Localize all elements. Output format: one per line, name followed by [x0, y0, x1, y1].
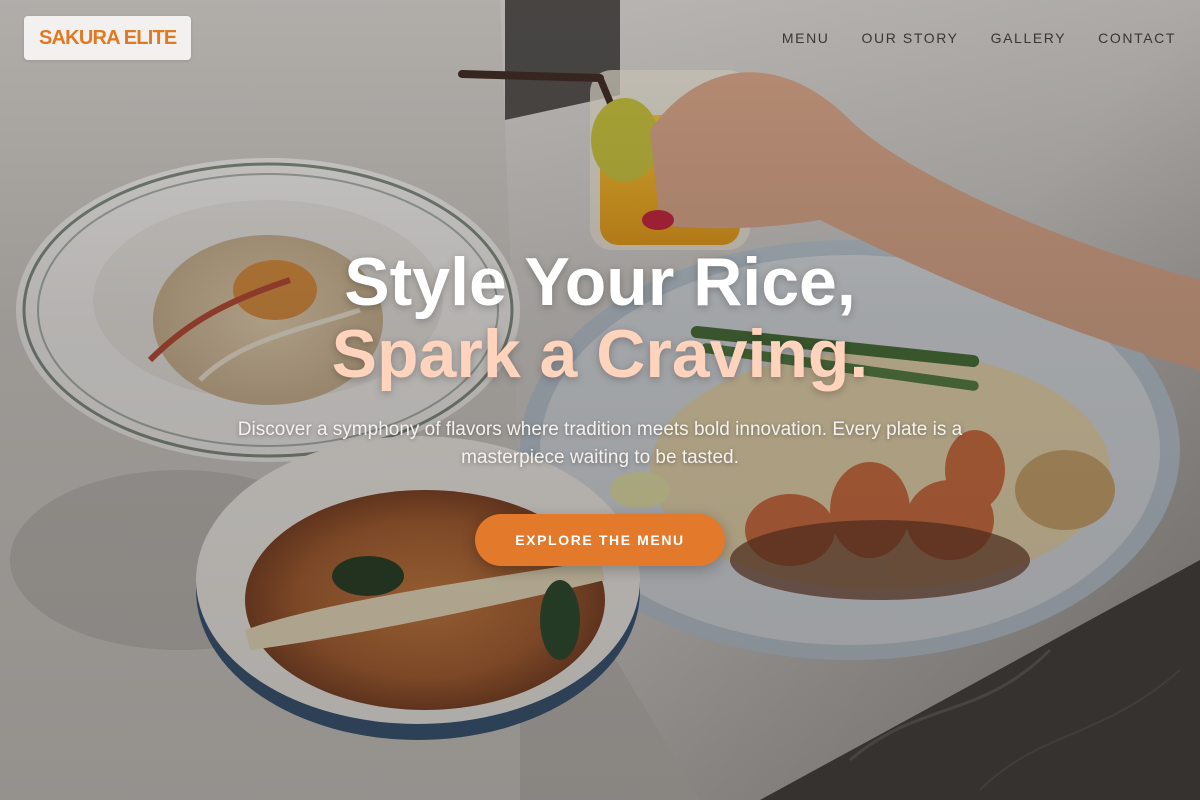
top-navbar: SAKURA ELITE MENU OUR STORY GALLERY CONT… — [0, 0, 1200, 76]
hero-headline: Style Your Rice, Spark a Craving. — [0, 246, 1200, 390]
nav-link-gallery[interactable]: GALLERY — [991, 30, 1067, 46]
brand-name: SAKURA ELITE — [39, 26, 177, 49]
main-nav: MENU OUR STORY GALLERY CONTACT — [782, 30, 1176, 46]
explore-menu-button[interactable]: EXPLORE THE MENU — [475, 514, 725, 566]
hero-content: Style Your Rice, Spark a Craving. Discov… — [0, 246, 1200, 566]
nav-link-our-story[interactable]: OUR STORY — [862, 30, 959, 46]
brand-logo[interactable]: SAKURA ELITE — [24, 16, 192, 60]
hero-subtext: Discover a symphony of flavors where tra… — [237, 419, 963, 468]
nav-link-menu[interactable]: MENU — [782, 30, 830, 46]
hero-headline-line1: Style Your Rice, — [344, 244, 856, 320]
nav-link-contact[interactable]: CONTACT — [1098, 30, 1176, 46]
hero-headline-line2: Spark a Craving. — [331, 316, 869, 392]
